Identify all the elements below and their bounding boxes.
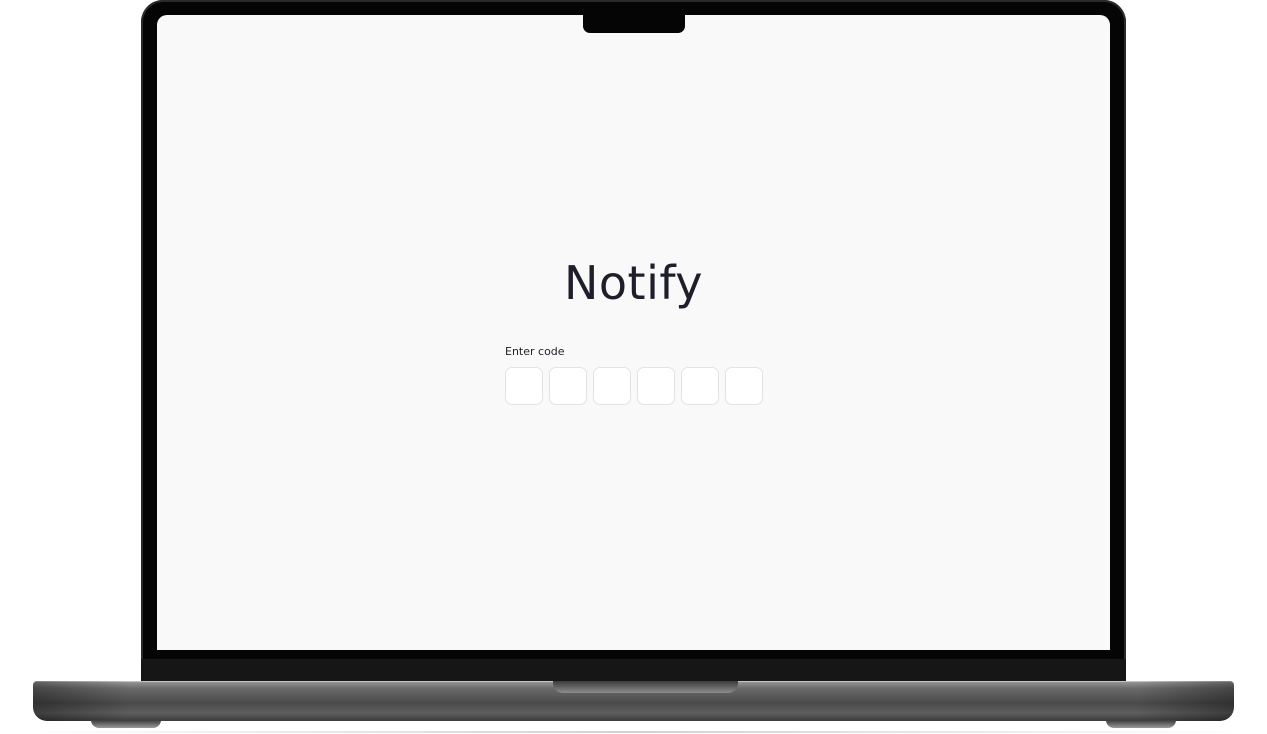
code-digit-1[interactable]: [505, 367, 543, 405]
laptop-screen: Notify Enter code: [157, 15, 1110, 650]
code-label: Enter code: [505, 345, 565, 358]
code-input-group: [505, 367, 775, 405]
laptop-foot-right: [1106, 720, 1176, 728]
code-digit-2[interactable]: [549, 367, 587, 405]
laptop-mockup: Notify Enter code: [0, 0, 1267, 734]
code-digit-3[interactable]: [593, 367, 631, 405]
camera-notch: [583, 14, 685, 33]
code-digit-4[interactable]: [637, 367, 675, 405]
ground-shadow: [20, 731, 1247, 733]
laptop-foot-left: [91, 720, 161, 728]
lid-opening-notch: [553, 681, 738, 693]
code-digit-6[interactable]: [725, 367, 763, 405]
app-title: Notify: [564, 256, 703, 310]
laptop-chin: [141, 659, 1126, 682]
code-digit-5[interactable]: [681, 367, 719, 405]
verification-code-form: Enter code: [505, 345, 775, 405]
